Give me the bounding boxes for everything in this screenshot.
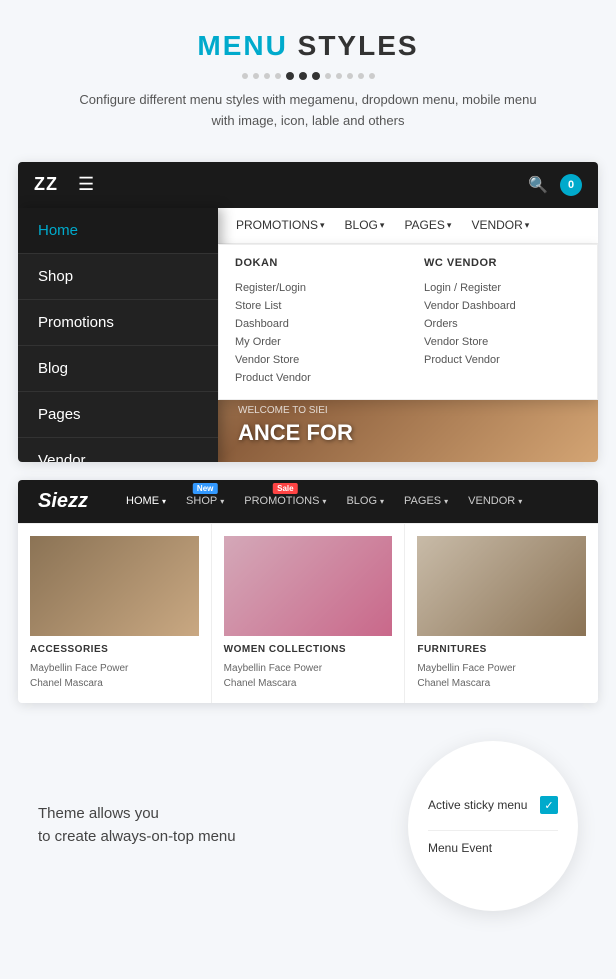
sticky-dialog-circle: Active sticky menu ✓ Menu Event <box>408 741 578 911</box>
mobile-menu-panel: Home Shop Promotions Blog Pages Vendor <box>18 208 218 462</box>
women-item-1[interactable]: Maybellin Face Power <box>224 661 393 676</box>
welcome-text: WELCOME TO SIEI <box>238 405 353 416</box>
topnav-vendor[interactable]: VENDOR ▾ <box>460 491 530 511</box>
megamenu-link-product-vendor[interactable]: Product Vendor <box>424 351 581 369</box>
furniture-img-placeholder <box>417 536 586 636</box>
megamenu-link-vendor-dashboard[interactable]: Vendor Dashboard <box>424 297 581 315</box>
title-rest: STYLES <box>288 30 419 61</box>
sec-nav-promotions[interactable]: PROMOTIONS ▾ <box>226 208 335 244</box>
secondary-navbar: PROMOTIONS ▾ BLOG ▾ PAGES ▾ VENDOR ▾ <box>218 208 598 244</box>
badge-new: New <box>193 483 217 494</box>
product-col-women: WOMEN COLLECTIONS Maybellin Face Power C… <box>212 524 406 703</box>
dot-6 <box>299 72 307 80</box>
product-col-accessories: ACCESSORIES Maybellin Face Power Chanel … <box>18 524 212 703</box>
topnav-items: HOME ▾ New SHOP ▾ Sale PROMOTIONS ▾ BLOG… <box>118 491 530 511</box>
accessories-category: ACCESSORIES <box>30 644 199 655</box>
dot-2 <box>253 73 259 79</box>
megamenu-link-productvendor[interactable]: Product Vendor <box>235 369 392 387</box>
megamenu-wcvendor-title: WC VENDOR <box>424 257 581 269</box>
sec-nav-blog[interactable]: BLOG ▾ <box>335 208 395 244</box>
cart-badge[interactable]: 0 <box>560 174 582 196</box>
megamenu-col-dokan: DOKAN Register/Login Store List Dashboar… <box>219 245 408 399</box>
dot-3 <box>264 73 270 79</box>
dot-10 <box>347 73 353 79</box>
header-description: Configure different menu styles with meg… <box>68 90 548 132</box>
women-item-2[interactable]: Chanel Mascara <box>224 676 393 691</box>
furniture-category: FURNITURES <box>417 644 586 655</box>
menu-item-vendor[interactable]: Vendor <box>18 438 218 462</box>
dot-5 <box>286 72 294 80</box>
dot-1 <box>242 73 248 79</box>
dot-4 <box>275 73 281 79</box>
sticky-title-line1: Theme allows you <box>38 803 388 826</box>
topnav-blog[interactable]: BLOG ▾ <box>338 491 392 511</box>
content-area: PROMOTIONS ▾ BLOG ▾ PAGES ▾ VENDOR ▾ WEL… <box>218 208 598 462</box>
accessories-image <box>30 536 199 636</box>
megamenu-link-storelist[interactable]: Store List <box>235 297 392 315</box>
menu-item-pages[interactable]: Pages <box>18 392 218 438</box>
furniture-item-2[interactable]: Chanel Mascara <box>417 676 586 691</box>
sticky-menu-event: Menu Event <box>428 830 558 855</box>
menu-overlay-area: Home Shop Promotions Blog Pages Vendor P… <box>18 208 598 462</box>
badge-sale: Sale <box>273 483 297 494</box>
topnav-home[interactable]: HOME ▾ <box>118 491 174 511</box>
dark-navbar: ZZ ☰ 🔍 0 <box>18 162 598 208</box>
accessories-item-2[interactable]: Chanel Mascara <box>30 676 199 691</box>
women-img-placeholder <box>224 536 393 636</box>
title-highlight: MENU <box>197 30 287 61</box>
women-category: WOMEN COLLECTIONS <box>224 644 393 655</box>
menu-item-shop[interactable]: Shop <box>18 254 218 300</box>
sticky-menu-section: Theme allows you to create always-on-top… <box>18 721 598 931</box>
furniture-item-1[interactable]: Maybellin Face Power <box>417 661 586 676</box>
bg-hero-text: ANCE FOR <box>238 420 353 446</box>
desktop-topnav: Siezz HOME ▾ New SHOP ▾ Sale PROMOTIONS … <box>18 480 598 523</box>
accessories-item-1[interactable]: Maybellin Face Power <box>30 661 199 676</box>
navbar-right: 🔍 0 <box>528 174 582 196</box>
sticky-checkbox-row: Active sticky menu ✓ <box>428 796 558 814</box>
dot-11 <box>358 73 364 79</box>
demo-desktop-shop: Siezz HOME ▾ New SHOP ▾ Sale PROMOTIONS … <box>18 480 598 703</box>
accessories-img-placeholder <box>30 536 199 636</box>
dot-7 <box>312 72 320 80</box>
menu-item-home[interactable]: Home <box>18 208 218 254</box>
menu-item-promotions[interactable]: Promotions <box>18 300 218 346</box>
brand-logo: ZZ <box>34 174 58 195</box>
dot-8 <box>325 73 331 79</box>
sticky-title-line2: to create always-on-top menu <box>38 826 388 849</box>
megamenu-link-register[interactable]: Register/Login <box>235 279 392 297</box>
pagination-dots <box>20 72 596 80</box>
women-image <box>224 536 393 636</box>
topnav-shop[interactable]: New SHOP ▾ <box>178 491 232 511</box>
megamenu-link-dashboard[interactable]: Dashboard <box>235 315 392 333</box>
megamenu-link-vendor-store[interactable]: Vendor Store <box>424 333 581 351</box>
page-title: MENU STYLES <box>20 30 596 62</box>
megamenu-link-orders[interactable]: Orders <box>424 315 581 333</box>
dot-9 <box>336 73 342 79</box>
demo-mobile-menu: ZZ ☰ 🔍 0 Home Shop Promotions Blog Pages… <box>18 162 598 462</box>
checkbox-checked-icon[interactable]: ✓ <box>540 796 558 814</box>
megamenu-link-myorder[interactable]: My Order <box>235 333 392 351</box>
desktop-brand-logo: Siezz <box>38 490 88 513</box>
sec-nav-vendor[interactable]: VENDOR ▾ <box>461 208 539 244</box>
menu-item-blog[interactable]: Blog <box>18 346 218 392</box>
search-icon[interactable]: 🔍 <box>528 175 548 195</box>
megamenu-dokan-title: DOKAN <box>235 257 392 269</box>
sticky-checkbox-label: Active sticky menu <box>428 798 532 812</box>
topnav-pages[interactable]: PAGES ▾ <box>396 491 456 511</box>
furniture-image <box>417 536 586 636</box>
product-grid: ACCESSORIES Maybellin Face Power Chanel … <box>18 523 598 703</box>
sticky-text: Theme allows you to create always-on-top… <box>18 803 388 848</box>
megamenu-col-wcvendor: WC VENDOR Login / Register Vendor Dashbo… <box>408 245 597 399</box>
megamenu-link-login-register[interactable]: Login / Register <box>424 279 581 297</box>
sec-nav-pages[interactable]: PAGES ▾ <box>394 208 461 244</box>
product-col-furniture: FURNITURES Maybellin Face Power Chanel M… <box>405 524 598 703</box>
topnav-promotions[interactable]: Sale PROMOTIONS ▾ <box>236 491 334 511</box>
hamburger-icon[interactable]: ☰ <box>78 174 94 195</box>
header-section: MENU STYLES Configure different menu sty… <box>0 0 616 162</box>
dot-12 <box>369 73 375 79</box>
megamenu-link-vendorstore[interactable]: Vendor Store <box>235 351 392 369</box>
megamenu-dropdown: DOKAN Register/Login Store List Dashboar… <box>218 244 598 400</box>
